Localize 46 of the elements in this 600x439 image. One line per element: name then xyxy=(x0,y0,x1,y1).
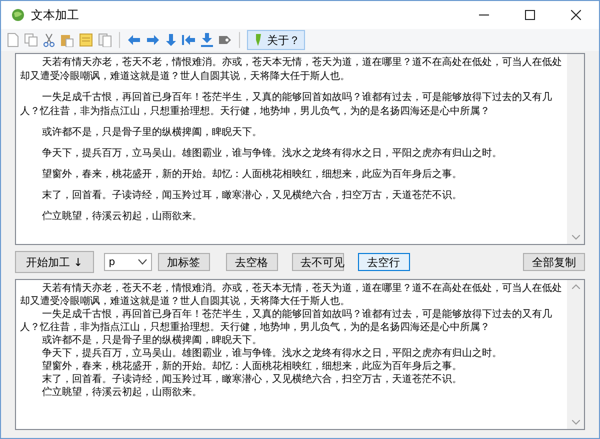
paste-icon[interactable] xyxy=(60,33,74,47)
arrow-to-start-icon[interactable] xyxy=(182,34,196,46)
documents-icon[interactable] xyxy=(98,33,112,47)
app-icon xyxy=(11,8,25,22)
text-paragraph: 或许都不是，只是骨子里的纵横捭阖，睥睨天下。 xyxy=(41,126,263,140)
text-paragraph: 末了，回首看。子读诗经，闻玉羚过耳，瞰寒潜心，又见横绝六合，扫空万古，天道苍茫不识。 xyxy=(41,189,463,203)
chevron-down-icon xyxy=(138,259,147,265)
window-title: 文本加工 xyxy=(31,6,79,24)
text-paragraph: 末了，回首看。子读诗经，闻玉羚过耳，瞰寒潜心，又见横绝六合，扫空万古，天道苍茫不识。 xyxy=(41,373,463,386)
text-paragraph: 天若有情天亦老，苍天不老，情恨难消。亦或，苍天本无情，苍天为道，道在哪里？道不在高处在低处，可当人在低处却又遭受冷眼嘲讽，难道这就是道？世人自圆其说，天将降大任于斯人也。 xyxy=(20,56,563,84)
scroll-up-icon[interactable] xyxy=(572,284,580,289)
scroll-down-icon[interactable] xyxy=(572,420,580,425)
tag-dropdown[interactable]: p xyxy=(104,253,152,271)
close-icon[interactable] xyxy=(571,10,581,20)
scrollbar[interactable] xyxy=(567,280,584,429)
text-paragraph: 一失足成千古恨，再回首已身百年！苍茫半生，又真的能够回首如故吗？谁都有过去，可是能够放得下过去的又有几人？忆往昔，非为指点江山，只想重拾理想。天行健，地势坤，男儿负气，为的是名扬四海还是心中所属？ xyxy=(20,91,553,119)
source-text-area[interactable] xyxy=(15,53,585,245)
action-button[interactable]: 去空格 xyxy=(226,253,278,271)
copy-icon[interactable] xyxy=(24,33,38,47)
new-document-icon[interactable] xyxy=(7,33,19,47)
text-paragraph: 望窗外，春来，桃花盛开，新的开始。却忆：人面桃花相映红，细想来，此应为百年身后之事。 xyxy=(41,168,463,182)
text-paragraph: 争天下，提兵百万，立马吴山。雄图霸业，谁与争锋。浅水之龙终有得水之日，平阳之虎亦有归山之时。 xyxy=(41,347,503,360)
text-paragraph: 天若有情天亦老，苍天不老，情恨难消。亦或，苍天本无情，苍天为道，道在哪里？道不在高处在低处，可当人在低处却又遭受冷眼嘲讽，难道这就是道？世人自圆其说，天将降大任于斯人也。 xyxy=(20,282,563,308)
copy-all-button[interactable]: 全部复制 xyxy=(523,253,585,271)
action-button[interactable]: 加标签 xyxy=(158,253,210,271)
note-icon[interactable] xyxy=(79,33,93,47)
text-paragraph: 伫立眺望，待溪云初起，山雨欲来。 xyxy=(41,210,203,224)
text-paragraph: 望窗外，春来，桃花盛开，新的开始。却忆：人面桃花相映红，细想来，此应为百年身后之事。 xyxy=(41,360,463,373)
arrow-left-icon[interactable] xyxy=(127,34,141,46)
cut-icon[interactable] xyxy=(43,33,55,47)
start-processing-button[interactable]: 开始加工 ↓ xyxy=(15,251,94,273)
action-button[interactable]: 去不可见 xyxy=(292,253,344,271)
arrow-right-icon[interactable] xyxy=(146,34,160,46)
scrollbar[interactable] xyxy=(567,54,584,244)
tag-icon[interactable] xyxy=(218,34,232,46)
maximize-icon[interactable] xyxy=(525,10,535,20)
download-icon[interactable] xyxy=(201,33,213,47)
action-button[interactable]: 去空行 xyxy=(358,253,410,271)
output-text-area[interactable] xyxy=(15,279,585,430)
scroll-down-icon[interactable] xyxy=(572,235,580,240)
text-paragraph: 伫立眺望，待溪云初起，山雨欲来。 xyxy=(41,386,203,399)
text-paragraph: 争天下，提兵百万，立马吴山。雄图霸业，谁与争锋。浅水之龙终有得水之日，平阳之虎亦有归山之时。 xyxy=(41,147,503,161)
about-button[interactable]: 关于？ xyxy=(247,30,305,50)
text-paragraph: 一失足成千古恨，再回首已身百年！苍茫半生，又真的能够回首如故吗？谁都有过去，可是能够放得下过去的又有几人？忆往昔，非为指点江山，只想重拾理想。天行健，地势坤，男儿负气，为的是名扬四海还是心中所属？ xyxy=(20,308,553,334)
text-paragraph: 或许都不是，只是骨子里的纵横捭阖，睥睨天下。 xyxy=(41,334,263,347)
arrow-down-icon[interactable] xyxy=(165,33,177,47)
